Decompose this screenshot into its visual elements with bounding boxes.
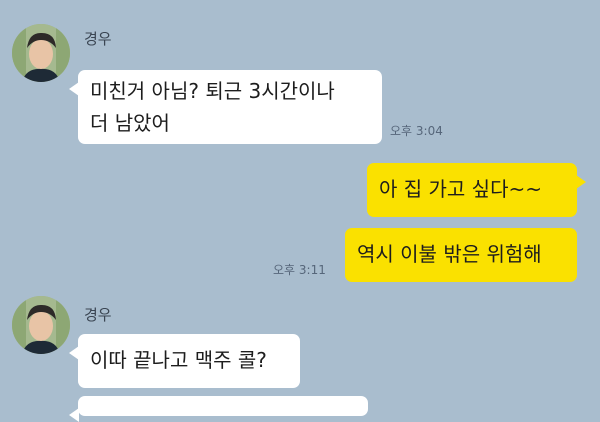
outgoing-message-bubble[interactable]: 역시 이불 밖은 위험해: [345, 228, 577, 282]
outgoing-message-bubble[interactable]: 아 집 가고 싶다~~: [367, 163, 586, 217]
message-timestamp: 오후 3:11: [273, 263, 326, 277]
incoming-message-bubble-partial[interactable]: [69, 396, 368, 422]
message-line: 더 남았어: [90, 111, 170, 135]
sender-name: 경우: [84, 30, 112, 48]
incoming-message-bubble[interactable]: 이따 끝나고 맥주 콜?: [69, 334, 300, 388]
avatar[interactable]: [12, 296, 70, 354]
message-text: 역시 이불 밖은 위험해: [357, 242, 542, 266]
avatar[interactable]: [12, 24, 70, 82]
incoming-message-bubble[interactable]: 미친거 아님? 퇴근 3시간이나 더 남았어: [69, 70, 382, 144]
message-line: 미친거 아님? 퇴근 3시간이나: [90, 79, 335, 103]
message-timestamp: 오후 3:04: [390, 124, 443, 138]
sender-name: 경우: [84, 306, 112, 324]
message-text: 이따 끝나고 맥주 콜?: [90, 348, 267, 372]
message-text: 아 집 가고 싶다~~: [379, 177, 542, 201]
